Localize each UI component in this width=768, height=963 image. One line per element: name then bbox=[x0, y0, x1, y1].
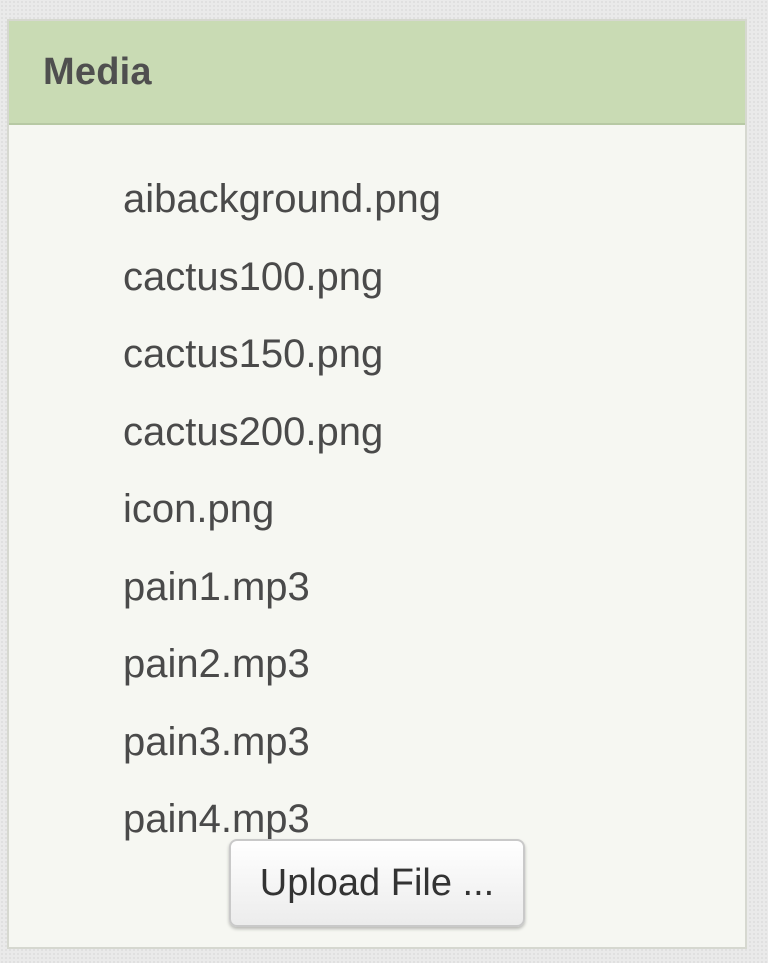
media-file-item[interactable]: cactus100.png bbox=[9, 239, 745, 317]
media-file-item[interactable]: pain2.mp3 bbox=[9, 626, 745, 704]
media-file-item[interactable]: cactus200.png bbox=[9, 394, 745, 472]
media-panel-title: Media bbox=[43, 50, 152, 93]
media-panel-header: Media bbox=[9, 21, 745, 125]
media-file-item[interactable]: pain3.mp3 bbox=[9, 704, 745, 782]
media-panel: Media aibackground.png cactus100.png cac… bbox=[7, 19, 747, 949]
upload-button-container: Upload File ... bbox=[9, 839, 745, 927]
media-file-item[interactable]: pain1.mp3 bbox=[9, 549, 745, 627]
media-file-list: aibackground.png cactus100.png cactus150… bbox=[9, 125, 745, 859]
media-file-item[interactable]: icon.png bbox=[9, 471, 745, 549]
media-file-item[interactable]: aibackground.png bbox=[9, 161, 745, 239]
media-file-item[interactable]: cactus150.png bbox=[9, 316, 745, 394]
upload-file-button[interactable]: Upload File ... bbox=[229, 839, 525, 927]
